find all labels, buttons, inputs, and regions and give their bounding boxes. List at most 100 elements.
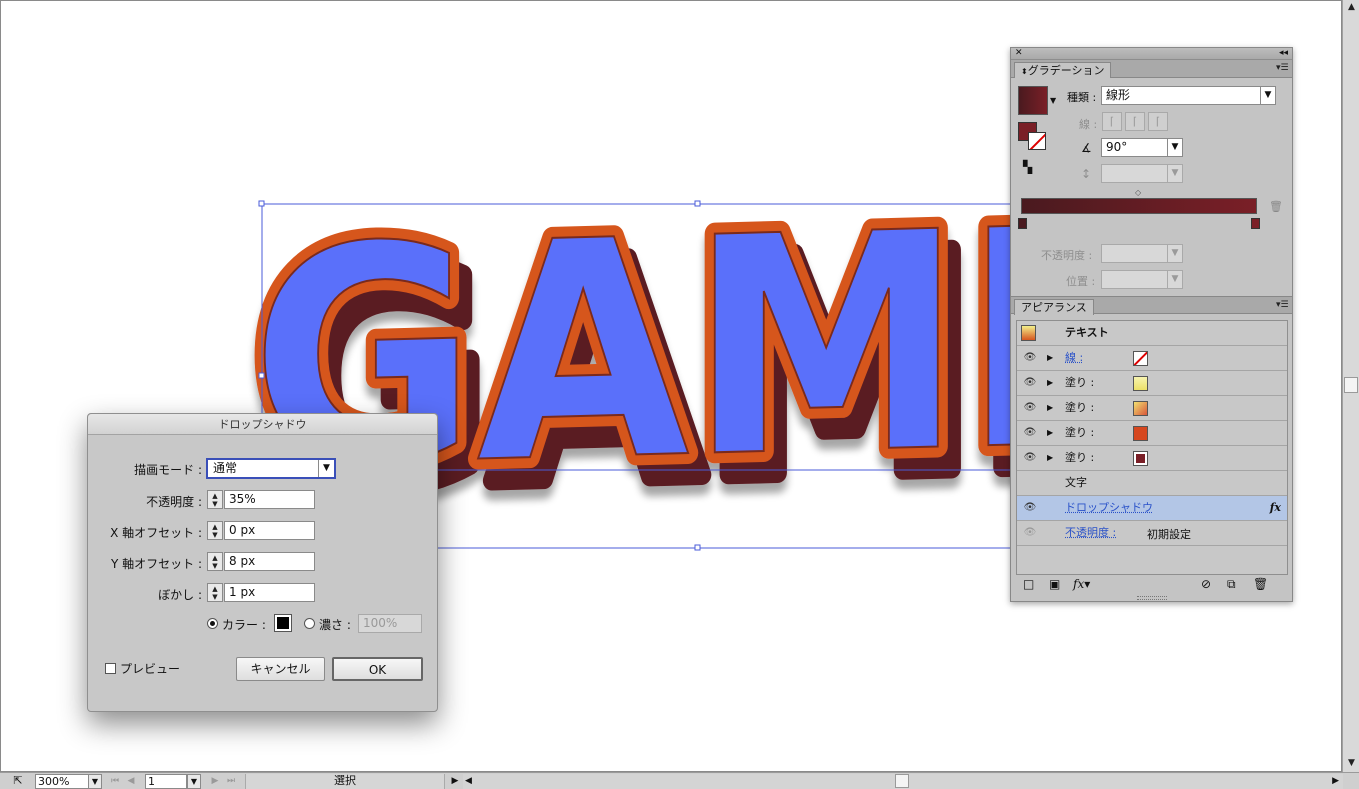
- eye-icon[interactable]: 👁: [1023, 402, 1037, 414]
- fx-icon[interactable]: fx: [1270, 501, 1281, 514]
- fill-swatch[interactable]: [1133, 376, 1148, 391]
- tab-gradient[interactable]: ⬍グラデーション: [1014, 62, 1112, 78]
- color-stop-start[interactable]: [1018, 218, 1027, 229]
- stroke-none-swatch[interactable]: [1133, 351, 1148, 366]
- disclosure-triangle-icon[interactable]: ▶: [1047, 452, 1053, 464]
- blend-mode-select[interactable]: 通常 ▼: [206, 458, 336, 479]
- fill-swatch[interactable]: [1133, 451, 1148, 466]
- close-panel-icon[interactable]: ✕: [1015, 48, 1023, 58]
- gradient-options-icon[interactable]: ▚: [1023, 160, 1032, 174]
- darkness-input[interactable]: 100%: [358, 614, 422, 633]
- panel-menu-icon[interactable]: ▾☰: [1276, 300, 1289, 310]
- scroll-left-arrow-icon[interactable]: ◀: [465, 774, 472, 788]
- color-stop-end[interactable]: [1251, 218, 1260, 229]
- delete-item-icon[interactable]: 🗑: [1253, 577, 1268, 591]
- location-field[interactable]: ▼: [1101, 270, 1183, 289]
- opacity-input[interactable]: 35%: [224, 490, 315, 509]
- appearance-header-row[interactable]: テキスト: [1017, 321, 1287, 346]
- zoom-field[interactable]: 300%: [35, 774, 89, 789]
- stroke-within-icon[interactable]: ⌈: [1102, 112, 1122, 131]
- blur-input[interactable]: 1 px: [224, 583, 315, 602]
- y-offset-input[interactable]: 8 px: [224, 552, 315, 571]
- scroll-down-arrow-icon[interactable]: ▼: [1343, 756, 1359, 770]
- darkness-radio[interactable]: [304, 618, 315, 629]
- scroll-right-arrow-icon[interactable]: ▶: [1332, 774, 1339, 788]
- stroke-across-icon[interactable]: ⌈: [1148, 112, 1168, 131]
- stroke-link[interactable]: 線 :: [1065, 351, 1083, 365]
- scroll-up-arrow-icon[interactable]: ▲: [1343, 0, 1359, 14]
- status-menu-arrow-icon[interactable]: ▶: [448, 774, 462, 789]
- shadow-color-swatch[interactable]: [274, 614, 292, 632]
- gradient-type-select[interactable]: 線形 ▼: [1101, 86, 1276, 105]
- color-radio[interactable]: [207, 618, 218, 629]
- resize-grip-icon[interactable]: [1137, 596, 1167, 600]
- gradient-preset-dropdown-icon[interactable]: ▼: [1050, 96, 1056, 105]
- panel-titlebar[interactable]: ✕ ◂◂: [1011, 48, 1292, 60]
- y-offset-stepper[interactable]: ▲ ▼: [207, 552, 223, 571]
- opacity-link[interactable]: 不透明度 :: [1065, 526, 1116, 540]
- aspect-ratio-field[interactable]: ▼: [1101, 164, 1183, 183]
- opacity-stepper[interactable]: ▲ ▼: [207, 490, 223, 509]
- disclosure-triangle-icon[interactable]: ▶: [1047, 377, 1053, 389]
- dialog-title[interactable]: ドロップシャドウ: [88, 414, 437, 435]
- appearance-row-fill[interactable]: 👁 ▶ 塗り :: [1017, 421, 1287, 446]
- appearance-row-fill[interactable]: 👁 ▶ 塗り :: [1017, 446, 1287, 471]
- stroke-none-swatch[interactable]: [1028, 132, 1046, 150]
- horizontal-scrollbar[interactable]: ◀ ▶: [463, 774, 1343, 789]
- add-effect-icon[interactable]: fx▾: [1073, 577, 1090, 591]
- first-page-icon[interactable]: ⏮: [108, 774, 122, 789]
- appearance-row-fill[interactable]: 👁 ▶ 塗り :: [1017, 371, 1287, 396]
- cancel-button[interactable]: キャンセル: [236, 657, 325, 681]
- share-icon[interactable]: ⇱: [6, 774, 30, 789]
- disclosure-triangle-icon[interactable]: ▶: [1047, 427, 1053, 439]
- drop-shadow-link[interactable]: ドロップシャドウ: [1065, 501, 1153, 515]
- opacity-value: 初期設定: [1147, 528, 1191, 541]
- appearance-row-drop-shadow[interactable]: 👁 ドロップシャドウ fx: [1017, 496, 1287, 521]
- disclosure-triangle-icon[interactable]: ▶: [1047, 402, 1053, 414]
- eye-icon[interactable]: 👁: [1023, 527, 1037, 539]
- status-text[interactable]: 選択: [245, 774, 445, 789]
- x-offset-stepper[interactable]: ▲ ▼: [207, 521, 223, 540]
- vertical-scrollbar[interactable]: ▲ ▼: [1342, 0, 1359, 772]
- eye-icon[interactable]: 👁: [1023, 377, 1037, 389]
- appearance-row-fill[interactable]: 👁 ▶ 塗り :: [1017, 396, 1287, 421]
- last-page-icon[interactable]: ⏭: [224, 774, 238, 789]
- appearance-row-opacity[interactable]: 👁 不透明度 : 初期設定: [1017, 521, 1287, 546]
- stroke-along-icon[interactable]: ⌈: [1125, 112, 1145, 131]
- vertical-scroll-thumb[interactable]: [1344, 377, 1358, 393]
- collapse-panel-icon[interactable]: ◂◂: [1279, 48, 1288, 58]
- ok-button[interactable]: OK: [332, 657, 423, 681]
- eye-icon[interactable]: 👁: [1023, 427, 1037, 439]
- gradient-preview-swatch[interactable]: [1018, 86, 1048, 115]
- page-field[interactable]: 1: [145, 774, 187, 789]
- trash-icon[interactable]: 🗑: [1269, 200, 1283, 213]
- gradient-opacity-field[interactable]: ▼: [1101, 244, 1183, 263]
- horizontal-scroll-thumb[interactable]: [895, 774, 909, 788]
- disclosure-triangle-icon[interactable]: ▶: [1047, 352, 1053, 364]
- eye-icon[interactable]: 👁: [1023, 352, 1037, 364]
- chevron-down-icon: ▼: [318, 460, 334, 477]
- preview-checkbox[interactable]: [105, 663, 116, 674]
- prev-page-icon[interactable]: ◀: [124, 774, 138, 789]
- blur-stepper[interactable]: ▲ ▼: [207, 583, 223, 602]
- appearance-row-characters[interactable]: 文字: [1017, 471, 1287, 496]
- appearance-row-stroke[interactable]: 👁 ▶ 線 :: [1017, 346, 1287, 371]
- duplicate-item-icon[interactable]: ⧉: [1227, 577, 1236, 592]
- tab-appearance[interactable]: アピアランス: [1014, 299, 1094, 315]
- next-page-icon[interactable]: ▶: [208, 774, 222, 789]
- angle-field[interactable]: 90° ▼: [1101, 138, 1183, 157]
- gradient-slider[interactable]: [1021, 198, 1257, 214]
- eye-icon[interactable]: 👁: [1023, 502, 1037, 514]
- zoom-dropdown-icon[interactable]: ▼: [88, 774, 102, 789]
- add-fill-icon[interactable]: ▣: [1049, 577, 1060, 591]
- text-thumbnail-icon: [1021, 325, 1036, 341]
- fill-swatch[interactable]: [1133, 401, 1148, 416]
- page-dropdown-icon[interactable]: ▼: [187, 774, 201, 789]
- clear-appearance-icon[interactable]: ⊘: [1201, 577, 1211, 591]
- add-stroke-icon[interactable]: □: [1023, 577, 1034, 591]
- eye-icon[interactable]: 👁: [1023, 452, 1037, 464]
- panel-menu-icon[interactable]: ▾☰: [1276, 63, 1289, 73]
- fill-swatch[interactable]: [1133, 426, 1148, 441]
- midpoint-diamond-icon[interactable]: ◇: [1135, 188, 1141, 197]
- x-offset-input[interactable]: 0 px: [224, 521, 315, 540]
